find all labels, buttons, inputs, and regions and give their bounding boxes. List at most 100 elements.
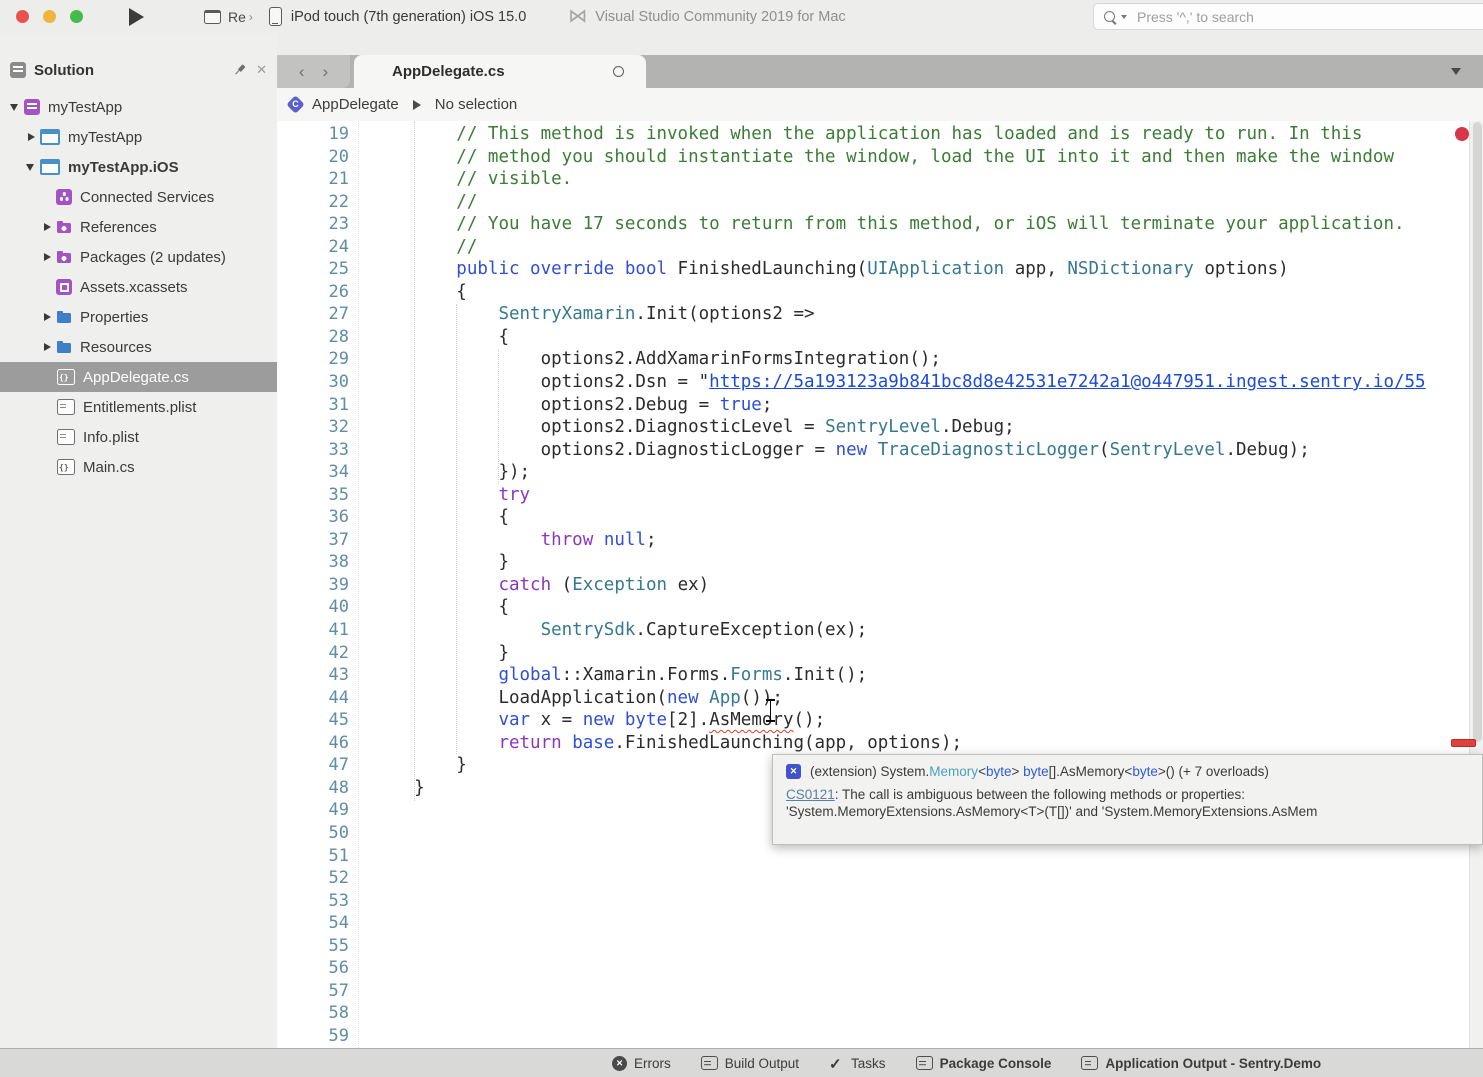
line-number[interactable]: 49	[277, 799, 349, 822]
sidebar-item-packages-2-updates[interactable]: Packages (2 updates)	[0, 242, 277, 272]
zoom-window-button[interactable]	[70, 10, 83, 23]
disclosure-down-icon[interactable]	[8, 101, 22, 113]
line-number[interactable]: 26	[277, 281, 349, 304]
line-number[interactable]: 48	[277, 777, 349, 800]
line-number[interactable]: 47	[277, 754, 349, 777]
code-line-57[interactable]: 57	[277, 980, 1483, 1003]
code-line-43[interactable]: 43 global::Xamarin.Forms.Forms.Init();	[277, 664, 1483, 687]
line-number[interactable]: 58	[277, 1002, 349, 1025]
error-code-link[interactable]: CS0121	[786, 787, 835, 802]
line-number[interactable]: 46	[277, 732, 349, 755]
close-window-button[interactable]	[16, 10, 29, 23]
line-number[interactable]: 41	[277, 619, 349, 642]
code-line-40[interactable]: 40 {	[277, 596, 1483, 619]
line-number[interactable]: 38	[277, 551, 349, 574]
statusbar-pad-build-output[interactable]: Build Output	[701, 1056, 799, 1071]
configuration-selector[interactable]: Re	[228, 9, 246, 25]
tab-appdelegate[interactable]: AppDelegate.cs	[354, 55, 646, 88]
line-number[interactable]: 42	[277, 642, 349, 665]
line-number[interactable]: 22	[277, 191, 349, 214]
line-number[interactable]: 31	[277, 394, 349, 417]
line-number[interactable]: 33	[277, 439, 349, 462]
navigate-forward-icon[interactable]: ›	[323, 63, 329, 80]
code-line-31[interactable]: 31 options2.Debug = true;	[277, 394, 1483, 417]
code-line-23[interactable]: 23 // You have 17 seconds to return from…	[277, 213, 1483, 236]
sidebar-item-info-plist[interactable]: Info.plist	[0, 422, 277, 452]
code-line-38[interactable]: 38 }	[277, 551, 1483, 574]
code-line-27[interactable]: 27 SentryXamarin.Init(options2 =>	[277, 303, 1483, 326]
sidebar-item-assets-xcassets[interactable]: Assets.xcassets	[0, 272, 277, 302]
line-number[interactable]: 40	[277, 596, 349, 619]
scrollbar-thumb[interactable]	[1473, 122, 1482, 742]
code-line-41[interactable]: 41 SentrySdk.CaptureException(ex);	[277, 619, 1483, 642]
line-number[interactable]: 45	[277, 709, 349, 732]
statusbar-pad-tasks[interactable]: Tasks	[829, 1056, 886, 1071]
disclosure-right-icon[interactable]	[40, 341, 54, 353]
code-line-29[interactable]: 29 options2.AddXamarinFormsIntegration()…	[277, 348, 1483, 371]
sidebar-item-resources[interactable]: Resources	[0, 332, 277, 362]
code-line-58[interactable]: 58	[277, 1002, 1483, 1025]
code-line-28[interactable]: 28 {	[277, 326, 1483, 349]
sidebar-item-mytestapp-ios[interactable]: myTestApp.iOS	[0, 152, 277, 182]
search-input[interactable]: Press '^,' to search	[1093, 3, 1483, 30]
configuration-icon[interactable]	[204, 10, 221, 24]
line-number[interactable]: 52	[277, 867, 349, 890]
line-number[interactable]: 56	[277, 957, 349, 980]
line-number[interactable]: 28	[277, 326, 349, 349]
navigate-back-icon[interactable]: ‹	[299, 63, 305, 80]
line-number[interactable]: 55	[277, 935, 349, 958]
line-number[interactable]: 54	[277, 912, 349, 935]
line-number[interactable]: 29	[277, 348, 349, 371]
code-line-35[interactable]: 35 try	[277, 484, 1483, 507]
line-number[interactable]: 25	[277, 258, 349, 281]
line-number[interactable]: 51	[277, 845, 349, 868]
breadcrumb-selection[interactable]: No selection	[435, 96, 518, 113]
code-line-39[interactable]: 39 catch (Exception ex)	[277, 574, 1483, 597]
breadcrumb-class[interactable]: AppDelegate	[312, 96, 399, 113]
line-number[interactable]: 30	[277, 371, 349, 394]
code-line-44[interactable]: 44 LoadApplication(new App());	[277, 687, 1483, 710]
line-number[interactable]: 32	[277, 416, 349, 439]
line-number[interactable]: 35	[277, 484, 349, 507]
code-line-36[interactable]: 36 {	[277, 506, 1483, 529]
line-number[interactable]: 20	[277, 146, 349, 169]
line-number[interactable]: 50	[277, 822, 349, 845]
minimize-window-button[interactable]	[43, 10, 56, 23]
code-line-59[interactable]: 59	[277, 1025, 1483, 1048]
code-line-34[interactable]: 34 });	[277, 461, 1483, 484]
disclosure-right-icon[interactable]	[40, 311, 54, 323]
statusbar-pad-application-output-sentry-demo[interactable]: Application Output - Sentry.Demo	[1081, 1056, 1321, 1071]
line-number[interactable]: 23	[277, 213, 349, 236]
sidebar-item-properties[interactable]: Properties	[0, 302, 277, 332]
code-line-46[interactable]: 46 return base.FinishedLaunching(app, op…	[277, 732, 1483, 755]
code-line-56[interactable]: 56	[277, 957, 1483, 980]
line-number[interactable]: 53	[277, 890, 349, 913]
statusbar-pad-package-console[interactable]: Package Console	[916, 1056, 1052, 1071]
sidebar-item-connected-services[interactable]: Connected Services	[0, 182, 277, 212]
pin-icon[interactable]	[232, 62, 249, 79]
line-number[interactable]: 24	[277, 236, 349, 259]
line-number[interactable]: 57	[277, 980, 349, 1003]
close-icon[interactable]: ✕	[256, 62, 267, 78]
device-selector[interactable]: iPod touch (7th generation) iOS 15.0	[291, 9, 526, 25]
code-line-20[interactable]: 20 // method you should instantiate the …	[277, 146, 1483, 169]
line-number[interactable]: 37	[277, 529, 349, 552]
line-number[interactable]: 43	[277, 664, 349, 687]
line-number[interactable]: 19	[277, 123, 349, 146]
sidebar-item-references[interactable]: References	[0, 212, 277, 242]
code-line-25[interactable]: 25 public override bool FinishedLaunchin…	[277, 258, 1483, 281]
disclosure-right-icon[interactable]	[40, 221, 54, 233]
code-line-37[interactable]: 37 throw null;	[277, 529, 1483, 552]
run-button[interactable]	[129, 8, 144, 26]
statusbar-pad-errors[interactable]: Errors	[612, 1056, 671, 1071]
code-line-53[interactable]: 53	[277, 890, 1483, 913]
device-icon[interactable]	[269, 7, 282, 26]
code-line-33[interactable]: 33 options2.DiagnosticLogger = new Trace…	[277, 439, 1483, 462]
sidebar-item-entitlements-plist[interactable]: Entitlements.plist	[0, 392, 277, 422]
code-line-42[interactable]: 42 }	[277, 642, 1483, 665]
line-number[interactable]: 34	[277, 461, 349, 484]
sentry-dsn-link[interactable]: https://5a193123a9b841bc8d8e42531e7242a1…	[709, 372, 1425, 392]
code-line-32[interactable]: 32 options2.DiagnosticLevel = SentryLeve…	[277, 416, 1483, 439]
code-line-22[interactable]: 22 //	[277, 191, 1483, 214]
sidebar-item-mytestapp[interactable]: myTestApp	[0, 122, 277, 152]
